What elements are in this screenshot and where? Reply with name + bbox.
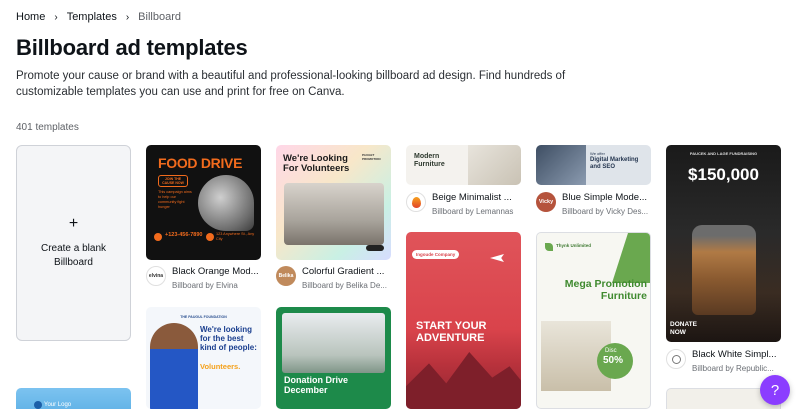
poster-tag: Your Logo xyxy=(44,402,72,408)
poster-headline: Digital Marketing and SEO xyxy=(590,157,639,170)
template-title[interactable]: Blue Simple Mode... xyxy=(562,192,650,204)
green-shape xyxy=(612,233,650,283)
coin-jar-photo xyxy=(692,225,756,315)
poster-button xyxy=(366,245,384,251)
template-title[interactable]: Beige Minimalist ... xyxy=(432,192,520,204)
poster-photo xyxy=(536,145,586,185)
poster-headline: We're looking for the best kind of peopl… xyxy=(200,325,257,352)
avatar: Belika xyxy=(276,266,296,286)
template-author[interactable]: Billboard by Lemannas xyxy=(432,206,520,217)
poster-phone: +123-456-7890 xyxy=(165,232,203,238)
template-card-digital-marketing[interactable]: We offer Digital Marketing and SEO xyxy=(536,145,651,185)
phone-icon xyxy=(154,233,162,241)
poster-tag: PAUCEK AND LAGE FUNDRAISING xyxy=(689,151,758,156)
template-title[interactable]: Black White Simpl... xyxy=(692,349,780,361)
poster-headline: Mega Promotion Furniture xyxy=(564,278,647,302)
template-card-adventure[interactable]: Ingoude Company START YOUR ADVENTURE xyxy=(406,232,521,409)
template-author[interactable]: Billboard by Vicky Des... xyxy=(562,206,650,217)
template-title[interactable]: Colorful Gradient ... xyxy=(302,266,390,278)
breadcrumb-templates-link[interactable]: Templates xyxy=(67,11,117,23)
breadcrumb-current: Billboard xyxy=(138,11,181,23)
poster-disc: Disc xyxy=(605,348,617,354)
template-count: 401 templates xyxy=(16,122,79,133)
create-blank-billboard-card[interactable]: + Create a blank Billboard xyxy=(16,145,131,341)
template-author[interactable]: Billboard by Republic... xyxy=(692,363,780,374)
page-title: Billboard ad templates xyxy=(16,35,248,60)
poster-tag: We offer xyxy=(590,151,605,156)
template-meta: Beige Minimalist ... Billboard by Lemann… xyxy=(406,192,520,217)
template-author[interactable]: Billboard by Belika De... xyxy=(302,280,390,291)
location-icon xyxy=(206,233,214,241)
poster-cta: DONATE NOW xyxy=(670,321,697,336)
volunteer-photo xyxy=(150,323,198,409)
template-card-food-drive[interactable]: FOOD DRIVE JOIN THE CAUSE NOW This campa… xyxy=(146,145,261,260)
template-title[interactable]: Black Orange Mod... xyxy=(172,266,260,278)
template-card-gradient-volunteers[interactable]: PAUGET PROMOTION We're Looking For Volun… xyxy=(276,145,391,260)
poster-tag: PAUGET PROMOTION xyxy=(362,153,381,161)
poster-photo xyxy=(282,313,385,373)
monogram-icon xyxy=(671,354,681,364)
chevron-right-icon: › xyxy=(125,11,130,23)
page-description: Promote your cause or brand with a beaut… xyxy=(16,70,566,98)
avatar: elvina xyxy=(146,266,166,286)
template-meta: Black White Simpl... Billboard by Republ… xyxy=(666,349,780,374)
poster-headline: We're Looking For Volunteers xyxy=(283,153,350,174)
poster-brand: Thynk Unlimited xyxy=(556,243,592,248)
template-card-your-logo[interactable]: Your Logo xyxy=(16,388,131,409)
mountain-shape xyxy=(406,352,521,409)
help-button[interactable]: ? xyxy=(760,375,790,405)
template-card-volunteers-blue[interactable]: THE PAUGUL FOUNDATION We're looking for … xyxy=(146,307,261,409)
poster-photo xyxy=(468,145,521,185)
poster-percent: 50% xyxy=(603,355,624,366)
template-card-donation-drive[interactable]: Donation Drive December xyxy=(276,307,391,409)
poster-tag: THE PAUGUL FOUNDATION xyxy=(180,315,227,319)
poster-headline: START YOUR ADVENTURE xyxy=(416,320,487,344)
template-card-mega-promotion[interactable]: Thynk Unlimited Mega Promotion Furniture… xyxy=(536,232,651,409)
template-meta: Belika Colorful Gradient ... Billboard b… xyxy=(276,266,390,291)
poster-headline: $150,000 xyxy=(688,165,759,184)
poster-sub: JOIN THE CAUSE NOW xyxy=(158,175,188,187)
leaf-logo-icon xyxy=(545,243,553,251)
avatar xyxy=(406,192,426,212)
poster-address: 123 Anywhere St., Any City xyxy=(216,232,255,241)
airplane-icon xyxy=(490,254,504,262)
plus-icon: + xyxy=(68,215,79,232)
poster-photo xyxy=(284,183,384,245)
poster-accent: Volunteers. xyxy=(200,362,241,371)
poster-tag: Ingoude Company xyxy=(412,250,460,259)
breadcrumb-home-link[interactable]: Home xyxy=(16,11,45,23)
poster-body: This campaign aims to help our community… xyxy=(158,190,192,209)
flame-icon xyxy=(411,196,421,208)
chevron-right-icon: › xyxy=(54,11,58,23)
template-author[interactable]: Billboard by Elvina xyxy=(172,280,260,291)
poster-photo xyxy=(198,175,254,231)
logo-icon xyxy=(34,401,42,409)
poster-headline: Donation Drive December xyxy=(284,375,349,395)
poster-headline: Modern Furniture xyxy=(414,153,445,168)
create-blank-label: Create a blank Billboard xyxy=(40,243,107,268)
breadcrumb: Home › Templates › Billboard xyxy=(16,11,181,23)
avatar: Vicky xyxy=(536,192,556,212)
poster-headline: FOOD DRIVE xyxy=(158,155,243,171)
question-icon: ? xyxy=(770,381,780,399)
template-card-fundraising[interactable]: PAUCEK AND LAGE FUNDRAISING $150,000 DON… xyxy=(666,145,781,342)
template-meta: elvina Black Orange Mod... Billboard by … xyxy=(146,266,260,291)
template-meta: Vicky Blue Simple Mode... Billboard by V… xyxy=(536,192,650,217)
template-card-modern-furniture[interactable]: Modern Furniture xyxy=(406,145,521,185)
avatar xyxy=(666,349,686,369)
